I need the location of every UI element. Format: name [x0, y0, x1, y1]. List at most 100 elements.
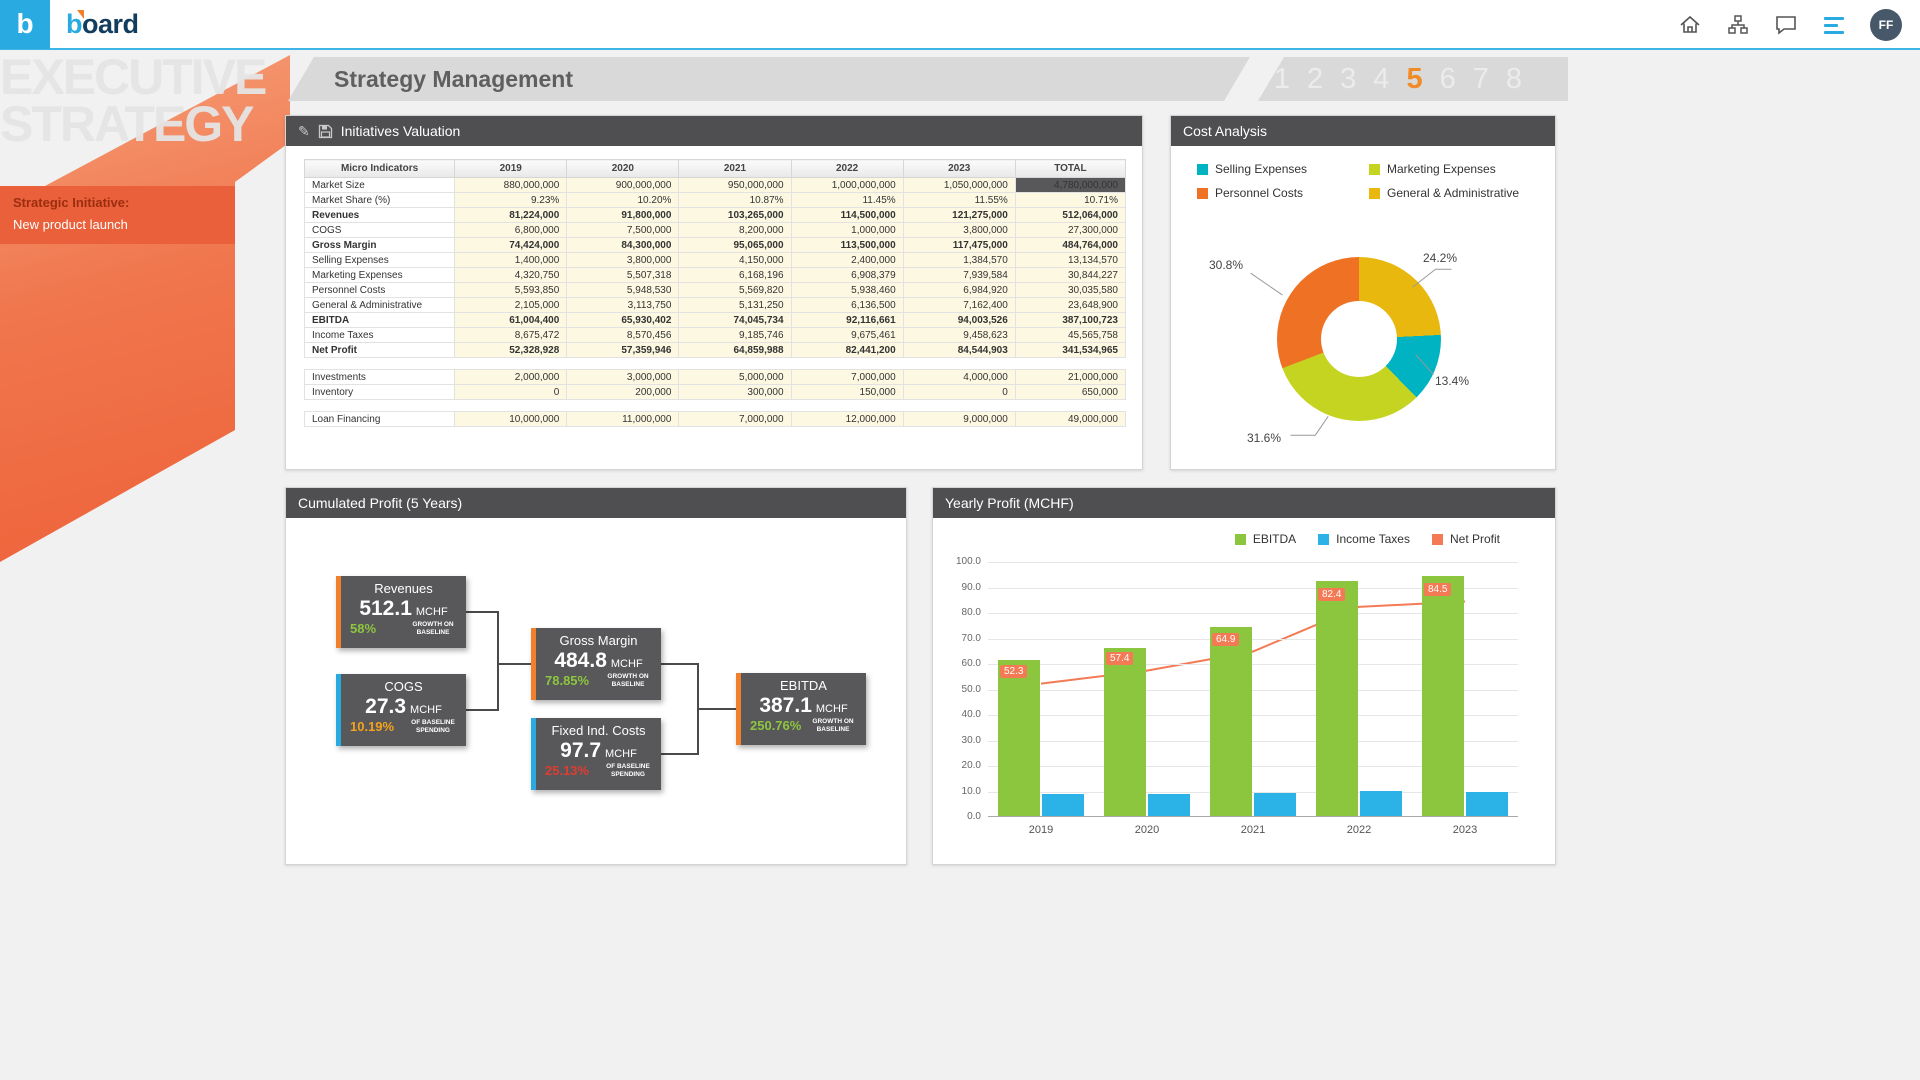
page-number-7[interactable]: 7 — [1473, 63, 1489, 96]
edit-pencil-icon[interactable]: ✎ — [298, 123, 310, 140]
row-label[interactable]: General & Administrative — [305, 298, 455, 313]
page-number-2[interactable]: 2 — [1307, 63, 1323, 96]
cell[interactable]: 4,150,000 — [679, 253, 791, 268]
cell[interactable]: 10,000,000 — [455, 412, 567, 427]
income-taxes-bar[interactable] — [1466, 792, 1508, 816]
cell[interactable]: 121,275,000 — [903, 208, 1015, 223]
cell[interactable]: 5,000,000 — [679, 370, 791, 385]
cell[interactable]: 1,000,000,000 — [791, 178, 903, 193]
row-label[interactable]: Market Share (%) — [305, 193, 455, 208]
income-taxes-bar[interactable] — [1360, 791, 1402, 816]
cell[interactable]: 7,162,400 — [903, 298, 1015, 313]
cell[interactable]: 9,185,746 — [679, 328, 791, 343]
column-header[interactable]: 2023 — [903, 160, 1015, 178]
cell[interactable]: 1,050,000,000 — [903, 178, 1015, 193]
cell[interactable]: 95,065,000 — [679, 238, 791, 253]
cell[interactable]: 12,000,000 — [791, 412, 903, 427]
cell[interactable]: 9,000,000 — [903, 412, 1015, 427]
cell[interactable]: 150,000 — [791, 385, 903, 400]
cell[interactable]: 5,131,250 — [679, 298, 791, 313]
cell[interactable]: 6,136,500 — [791, 298, 903, 313]
cell[interactable]: 387,100,723 — [1015, 313, 1125, 328]
cell[interactable]: 9,675,461 — [791, 328, 903, 343]
row-label[interactable]: Personnel Costs — [305, 283, 455, 298]
cell[interactable]: 300,000 — [679, 385, 791, 400]
income-taxes-bar[interactable] — [1042, 794, 1084, 816]
row-label[interactable]: Market Size — [305, 178, 455, 193]
cell[interactable]: 64,859,988 — [679, 343, 791, 358]
cell[interactable]: 74,045,734 — [679, 313, 791, 328]
cell[interactable]: 91,800,000 — [567, 208, 679, 223]
cell[interactable]: 45,565,758 — [1015, 328, 1125, 343]
cell[interactable]: 10.87% — [679, 193, 791, 208]
page-number-6[interactable]: 6 — [1440, 63, 1456, 96]
flow-box-revenues[interactable]: Revenues 512.1MCHF 58%GROWTH ON BASELINE — [336, 576, 466, 648]
flow-box-fixed-ind-costs[interactable]: Fixed Ind. Costs 97.7MCHF 25.13%OF BASEL… — [531, 718, 661, 790]
cell[interactable]: 5,593,850 — [455, 283, 567, 298]
ebitda-bar[interactable] — [1422, 576, 1464, 816]
legend-item[interactable]: EBITDA — [1235, 532, 1296, 546]
cell[interactable]: 7,939,584 — [903, 268, 1015, 283]
cell[interactable]: 6,168,196 — [679, 268, 791, 283]
legend-item[interactable]: Personnel Costs — [1197, 186, 1363, 200]
cell[interactable]: 0 — [455, 385, 567, 400]
cell[interactable]: 81,224,000 — [455, 208, 567, 223]
cell[interactable]: 6,984,920 — [903, 283, 1015, 298]
cell[interactable]: 30,844,227 — [1015, 268, 1125, 283]
board-app-logo[interactable]: b — [0, 0, 50, 49]
row-label[interactable]: EBITDA — [305, 313, 455, 328]
cell[interactable]: 2,000,000 — [455, 370, 567, 385]
cell[interactable]: 880,000,000 — [455, 178, 567, 193]
cell[interactable]: 114,500,000 — [791, 208, 903, 223]
legend-item[interactable]: Marketing Expenses — [1369, 162, 1535, 176]
cell[interactable]: 512,064,000 — [1015, 208, 1125, 223]
home-icon[interactable] — [1678, 13, 1702, 37]
cell[interactable]: 23,648,900 — [1015, 298, 1125, 313]
row-label[interactable]: Revenues — [305, 208, 455, 223]
cell[interactable]: 27,300,000 — [1015, 223, 1125, 238]
cell[interactable]: 103,265,000 — [679, 208, 791, 223]
cell[interactable]: 1,400,000 — [455, 253, 567, 268]
row-label[interactable]: Loan Financing — [305, 412, 455, 427]
hierarchy-icon[interactable] — [1726, 13, 1750, 37]
cell[interactable]: 61,004,400 — [455, 313, 567, 328]
cell[interactable]: 3,800,000 — [903, 223, 1015, 238]
cell[interactable]: 11,000,000 — [567, 412, 679, 427]
cell[interactable]: 94,003,526 — [903, 313, 1015, 328]
save-icon[interactable] — [318, 124, 333, 139]
legend-item[interactable]: Net Profit — [1432, 532, 1500, 546]
cell[interactable]: 7,000,000 — [679, 412, 791, 427]
cell[interactable]: 7,000,000 — [791, 370, 903, 385]
cell[interactable]: 7,500,000 — [567, 223, 679, 238]
cell[interactable]: 8,675,472 — [455, 328, 567, 343]
cell[interactable]: 117,475,000 — [903, 238, 1015, 253]
cell[interactable]: 65,930,402 — [567, 313, 679, 328]
ebitda-bar[interactable] — [1210, 627, 1252, 816]
cell[interactable]: 10.71% — [1015, 193, 1125, 208]
avatar[interactable]: FF — [1870, 9, 1902, 41]
legend-item[interactable]: General & Administrative — [1369, 186, 1535, 200]
cell[interactable]: 11.55% — [903, 193, 1015, 208]
cell[interactable]: 900,000,000 — [567, 178, 679, 193]
cell[interactable]: 92,116,661 — [791, 313, 903, 328]
cell[interactable]: 0 — [903, 385, 1015, 400]
chat-icon[interactable] — [1774, 13, 1798, 37]
cell[interactable]: 21,000,000 — [1015, 370, 1125, 385]
income-taxes-bar[interactable] — [1254, 793, 1296, 816]
row-label[interactable]: Gross Margin — [305, 238, 455, 253]
cell[interactable]: 1,384,570 — [903, 253, 1015, 268]
row-label[interactable]: Investments — [305, 370, 455, 385]
flow-box-cogs[interactable]: COGS 27.3MCHF 10.19%OF BASELINE SPENDING — [336, 674, 466, 746]
cell[interactable]: 49,000,000 — [1015, 412, 1125, 427]
column-header[interactable]: 2021 — [679, 160, 791, 178]
row-label[interactable]: Inventory — [305, 385, 455, 400]
cell[interactable]: 650,000 — [1015, 385, 1125, 400]
column-header[interactable]: 2022 — [791, 160, 903, 178]
column-header[interactable]: 2019 — [455, 160, 567, 178]
cell[interactable]: 1,000,000 — [791, 223, 903, 238]
cell[interactable]: 4,000,000 — [903, 370, 1015, 385]
row-label[interactable]: Marketing Expenses — [305, 268, 455, 283]
row-label[interactable]: Income Taxes — [305, 328, 455, 343]
cell[interactable]: 8,200,000 — [679, 223, 791, 238]
column-header[interactable]: 2020 — [567, 160, 679, 178]
